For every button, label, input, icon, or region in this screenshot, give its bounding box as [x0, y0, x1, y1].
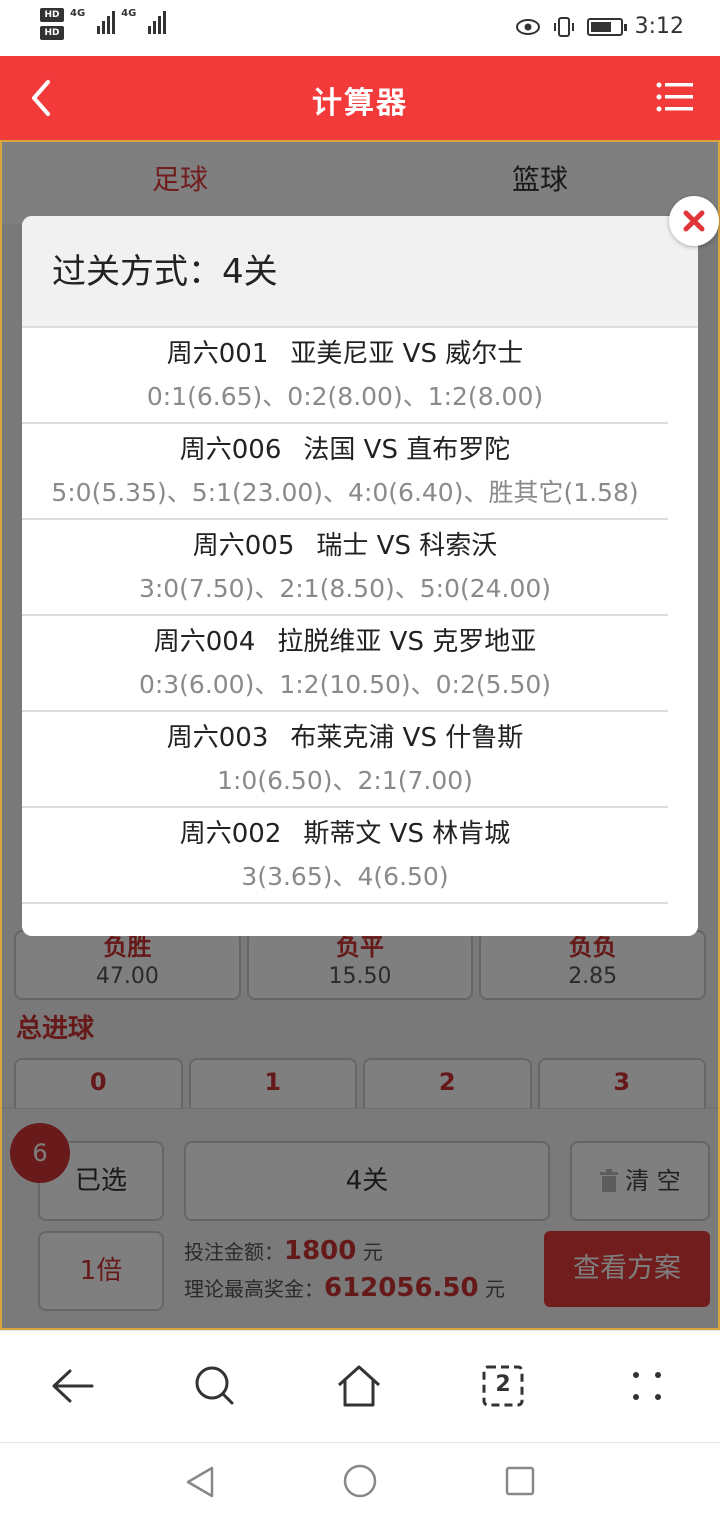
network-type-2: 4G — [121, 8, 137, 19]
match-odds: 3(3.65)、4(6.50) — [241, 862, 449, 891]
network-type: 4G — [70, 8, 86, 19]
hd-icon: HD HD — [40, 8, 64, 40]
tabs-button[interactable]: 2 — [478, 1361, 528, 1411]
back-arrow-icon[interactable] — [48, 1361, 98, 1411]
match-teams: 亚美尼亚 VS 威尔士 — [290, 339, 524, 369]
match-odds: 0:1(6.65)、0:2(8.00)、1:2(8.00) — [146, 382, 544, 411]
browser-toolbar: 2 — [0, 1330, 720, 1442]
match-odds: 3:0(7.50)、2:1(8.50)、5:0(24.00) — [138, 574, 552, 603]
match-code: 周六002 — [179, 819, 282, 849]
match-code: 周六001 — [166, 339, 269, 369]
match-odds: 5:0(5.35)、5:1(23.00)、4:0(6.40)、胜其它(1.58) — [51, 478, 639, 507]
match-odds: 0:3(6.00)、1:2(10.50)、0:2(5.50) — [138, 670, 552, 699]
system-back-icon[interactable] — [184, 1465, 216, 1499]
close-dialog-button[interactable] — [669, 196, 719, 246]
signal-indicators: HD HD 4G 4G — [40, 8, 167, 40]
signal-icon-2 — [148, 8, 167, 34]
pass-type-dialog: 过关方式：4关 周六001 亚美尼亚 VS 威尔士 0:1(6.65)、0:2(8… — [22, 216, 698, 936]
match-teams: 法国 VS 直布罗陀 — [303, 435, 511, 465]
home-icon[interactable] — [334, 1361, 384, 1411]
list-item: 周六004 拉脱维亚 VS 克罗地亚 0:3(6.00)、1:2(10.50)、0… — [22, 616, 668, 712]
list-item: 周六005 瑞士 VS 科索沃 3:0(7.50)、2:1(8.50)、5:0(2… — [22, 520, 668, 616]
match-code: 周六003 — [166, 723, 269, 753]
system-home-icon[interactable] — [342, 1463, 378, 1499]
system-nav-bar — [0, 1442, 720, 1520]
battery-icon — [586, 17, 627, 36]
status-bar: HD HD 4G 4G 3:12 — [0, 0, 720, 56]
page-title: 计算器 — [312, 86, 408, 121]
list-item: 周六006 法国 VS 直布罗陀 5:0(5.35)、5:1(23.00)、4:0… — [22, 424, 668, 520]
close-icon — [683, 210, 705, 232]
match-code: 周六004 — [153, 627, 256, 657]
dialog-title: 过关方式：4关 — [22, 216, 698, 328]
match-list: 周六001 亚美尼亚 VS 威尔士 0:1(6.65)、0:2(8.00)、1:2… — [22, 328, 698, 904]
clock: 3:12 — [634, 14, 684, 39]
status-right: 3:12 — [515, 14, 684, 39]
list-item: 周六002 斯蒂文 VS 林肯城 3(3.65)、4(6.50) — [22, 808, 668, 904]
match-code: 周六006 — [179, 435, 282, 465]
signal-icon — [97, 8, 116, 34]
match-teams: 拉脱维亚 VS 克罗地亚 — [277, 627, 537, 657]
match-code: 周六005 — [192, 531, 295, 561]
list-item: 周六003 布莱克浦 VS 什鲁斯 1:0(6.50)、2:1(7.00) — [22, 712, 668, 808]
tabs-count: 2 — [495, 1372, 511, 1397]
list-item: 周六001 亚美尼亚 VS 威尔士 0:1(6.65)、0:2(8.00)、1:2… — [22, 328, 668, 424]
match-teams: 布莱克浦 VS 什鲁斯 — [290, 723, 524, 753]
match-teams: 瑞士 VS 科索沃 — [316, 531, 498, 561]
more-icon[interactable] — [622, 1361, 672, 1411]
system-recents-icon[interactable] — [504, 1465, 536, 1497]
menu-icon[interactable] — [656, 80, 694, 114]
match-teams: 斯蒂文 VS 林肯城 — [303, 819, 511, 849]
app-header: 计算器 — [0, 56, 720, 140]
search-icon[interactable] — [190, 1361, 240, 1411]
eye-icon — [515, 18, 540, 35]
vibrate-icon — [553, 16, 574, 37]
match-odds: 1:0(6.50)、2:1(7.00) — [217, 766, 473, 795]
